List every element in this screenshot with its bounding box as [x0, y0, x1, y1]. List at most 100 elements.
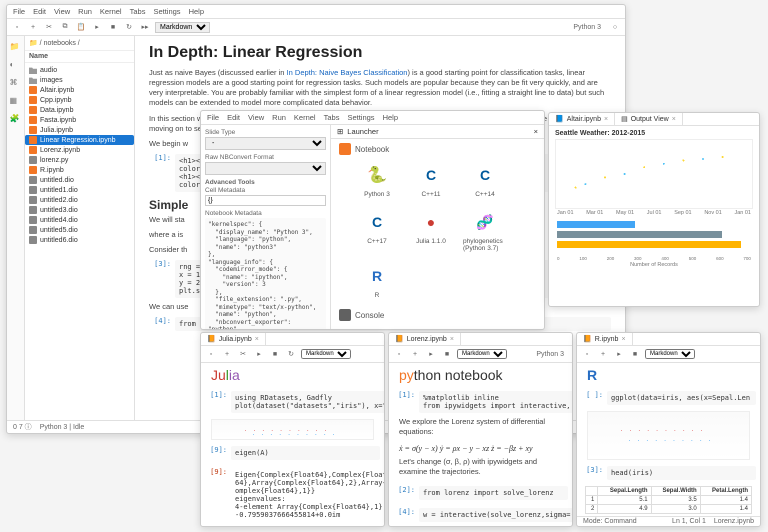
notebook-metadata-json[interactable]: "kernelspec": { "display_name": "Python …: [205, 218, 326, 329]
run-icon[interactable]: ▸: [91, 21, 103, 33]
celltype-dropdown[interactable]: Markdown: [645, 349, 695, 359]
breadcrumb[interactable]: 📁 / notebooks /: [25, 36, 134, 51]
close-icon[interactable]: ×: [534, 127, 538, 136]
cut-icon[interactable]: ✂: [43, 21, 55, 33]
cut-icon[interactable]: ✂: [237, 348, 249, 360]
tab-julia[interactable]: 📙Julia.ipynb×: [201, 333, 266, 345]
menu-view[interactable]: View: [248, 113, 264, 122]
menu-run[interactable]: Run: [78, 7, 92, 16]
folder-icon[interactable]: 📁: [10, 42, 22, 54]
cell-metadata-input[interactable]: [205, 195, 326, 206]
stop-icon[interactable]: ■: [441, 348, 453, 360]
menu-file[interactable]: File: [207, 113, 219, 122]
menu-kernel[interactable]: Kernel: [294, 113, 316, 122]
tab-altair[interactable]: 📘Altair.ipynb×: [549, 113, 615, 125]
file-item[interactable]: untitled1.dio: [25, 185, 134, 195]
save-icon[interactable]: ▫: [581, 348, 593, 360]
launcher-card[interactable]: C++14: [463, 327, 507, 329]
file-item[interactable]: Data.ipynb: [25, 105, 134, 115]
launcher-card[interactable]: Python 3: [355, 327, 399, 329]
tabs-icon[interactable]: ▦: [10, 96, 22, 108]
code-content[interactable]: head(iris): [607, 466, 756, 480]
launcher-card[interactable]: Julia 1.1.0: [409, 208, 453, 252]
file-item[interactable]: Fasta.ipynb: [25, 115, 134, 125]
code-content[interactable]: w = interactive(solve_lorenz,sigma=(0.0,…: [419, 508, 573, 522]
launcher-card[interactable]: phylogenetics (Python 3.7): [463, 208, 507, 252]
extension-icon[interactable]: 🧩: [10, 114, 22, 126]
file-item[interactable]: Altair.ipynb: [25, 85, 134, 95]
restart-icon[interactable]: ↻: [285, 348, 297, 360]
file-item[interactable]: untitled2.dio: [25, 195, 134, 205]
tab-output-view[interactable]: ▤Output View×: [615, 113, 683, 125]
run-icon[interactable]: ▸: [425, 348, 437, 360]
launcher-card[interactable]: C++14: [463, 161, 507, 198]
commands-icon[interactable]: ⌘: [10, 78, 22, 90]
launcher-card[interactable]: C++11: [409, 327, 453, 329]
save-icon[interactable]: ▫: [205, 348, 217, 360]
celltype-dropdown[interactable]: Markdown: [301, 349, 351, 359]
add-cell-icon[interactable]: +: [221, 348, 233, 360]
close-icon[interactable]: ×: [255, 336, 259, 343]
menu-file[interactable]: File: [13, 7, 25, 16]
file-item[interactable]: Lorenz.ipynb: [25, 145, 134, 155]
menu-settings[interactable]: Settings: [153, 7, 180, 16]
file-item[interactable]: untitled3.dio: [25, 205, 134, 215]
close-icon[interactable]: ×: [450, 336, 454, 343]
file-item[interactable]: Julia.ipynb: [25, 125, 134, 135]
file-item[interactable]: R.ipynb: [25, 165, 134, 175]
menu-help[interactable]: Help: [189, 7, 204, 16]
code-content[interactable]: %matplotlib inline from ipywidgets impor…: [419, 391, 573, 413]
close-icon[interactable]: ×: [621, 336, 625, 343]
running-icon[interactable]: ◐: [10, 60, 22, 72]
copy-icon[interactable]: ⧉: [59, 21, 71, 33]
run-all-icon[interactable]: ▸▸: [139, 21, 151, 33]
file-item[interactable]: untitled4.dio: [25, 215, 134, 225]
restart-icon[interactable]: ↻: [123, 21, 135, 33]
nbconvert-select[interactable]: [205, 162, 326, 175]
file-item[interactable]: untitled6.dio: [25, 235, 134, 245]
menu-edit[interactable]: Edit: [33, 7, 46, 16]
launcher-card[interactable]: C++11: [409, 161, 453, 198]
kernel-indicator[interactable]: Python 3: [536, 351, 568, 358]
close-icon[interactable]: ×: [672, 116, 676, 123]
stop-icon[interactable]: ■: [107, 21, 119, 33]
tab-r[interactable]: 📙R.ipynb×: [577, 333, 633, 345]
launcher-card[interactable]: Python 3: [355, 161, 399, 198]
code-content[interactable]: using RDatasets, Gadfly plot(dataset("da…: [231, 391, 385, 413]
paste-icon[interactable]: 📋: [75, 21, 87, 33]
file-item[interactable]: Linear Regression.ipynb: [25, 135, 134, 145]
save-icon[interactable]: ▫: [393, 348, 405, 360]
code-content[interactable]: ggplot(data=iris, aes(x=Sepal.Len: [607, 391, 756, 405]
file-item[interactable]: Cpp.ipynb: [25, 95, 134, 105]
celltype-dropdown[interactable]: Markdown: [457, 349, 507, 359]
stop-icon[interactable]: ■: [629, 348, 641, 360]
save-icon[interactable]: ▫: [11, 21, 23, 33]
file-item[interactable]: audio: [25, 65, 134, 75]
run-icon[interactable]: ▸: [253, 348, 265, 360]
menu-run[interactable]: Run: [272, 113, 286, 122]
run-icon[interactable]: ▸: [613, 348, 625, 360]
advanced-tools-heading[interactable]: Advanced Tools: [205, 179, 326, 186]
close-icon[interactable]: ×: [604, 116, 608, 123]
code-content[interactable]: from lorenz import solve_lorenz: [419, 486, 568, 500]
menu-help[interactable]: Help: [383, 113, 398, 122]
menu-kernel[interactable]: Kernel: [100, 7, 122, 16]
inline-link[interactable]: In Depth: Naive Bayes Classification: [287, 68, 408, 77]
menu-settings[interactable]: Settings: [347, 113, 374, 122]
file-item[interactable]: untitled5.dio: [25, 225, 134, 235]
add-cell-icon[interactable]: +: [409, 348, 421, 360]
file-item[interactable]: lorenz.py: [25, 155, 134, 165]
menu-tabs[interactable]: Tabs: [324, 113, 340, 122]
stop-icon[interactable]: ■: [269, 348, 281, 360]
file-item[interactable]: untitled.dio: [25, 175, 134, 185]
launcher-card[interactable]: C++17: [355, 208, 399, 252]
code-content[interactable]: eigen(A): [231, 446, 380, 460]
menu-edit[interactable]: Edit: [227, 113, 240, 122]
menu-tabs[interactable]: Tabs: [130, 7, 146, 16]
kernel-indicator[interactable]: Python 3: [573, 24, 605, 31]
add-cell-icon[interactable]: +: [597, 348, 609, 360]
file-item[interactable]: images: [25, 75, 134, 85]
launcher-tab[interactable]: ⊞ Launcher ×: [331, 125, 544, 139]
tab-lorenz[interactable]: 📙Lorenz.ipynb×: [389, 333, 461, 345]
celltype-dropdown[interactable]: Markdown: [155, 22, 210, 33]
